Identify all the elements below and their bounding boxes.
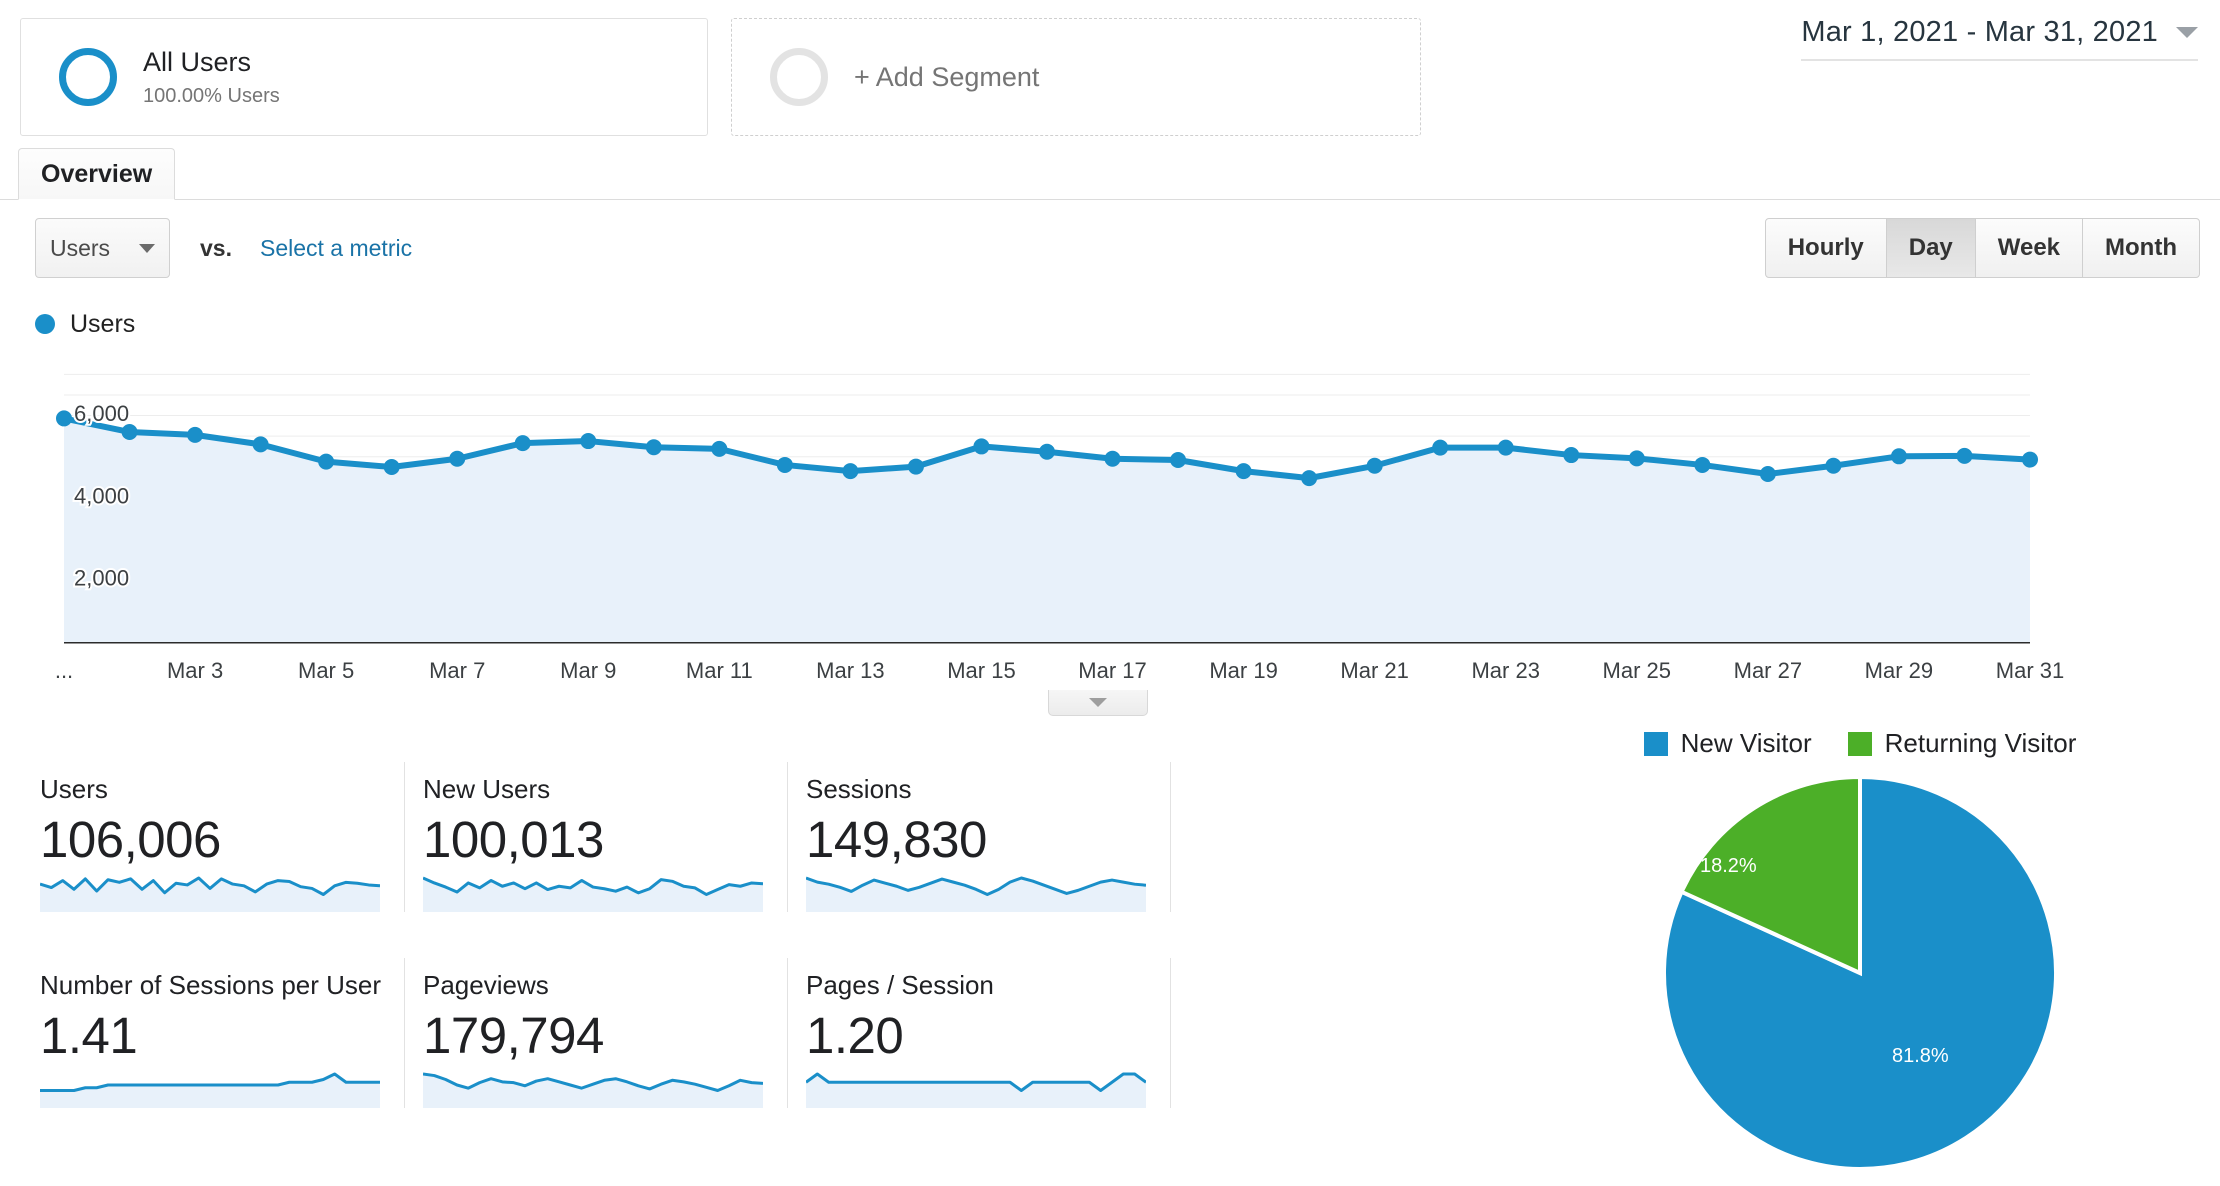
metric-card-label: Sessions bbox=[806, 774, 912, 804]
metric-card-sparkline bbox=[40, 1072, 380, 1109]
metric-card-label: Pageviews bbox=[423, 970, 549, 1001]
tab-overview-label: Overview bbox=[41, 159, 153, 188]
x-axis-tick-label: Mar 15 bbox=[947, 658, 1016, 683]
segment-all-users[interactable]: All Users 100.00% Users bbox=[20, 18, 708, 136]
granularity-month[interactable]: Month bbox=[2083, 219, 2199, 277]
x-axis-tick-label: Mar 5 bbox=[298, 658, 355, 683]
x-axis-tick-label: Mar 3 bbox=[166, 658, 224, 683]
metric-selector-row: Users vs. Select a metric Hourly Day Wee… bbox=[0, 200, 2220, 296]
chart-collapse-handle[interactable] bbox=[1048, 690, 1148, 716]
tab-strip: Overview bbox=[0, 148, 2220, 200]
metric-card-sessions[interactable]: Sessions 149,830 bbox=[788, 762, 1171, 913]
analytics-audience-overview: All Users 100.00% Users + Add Segment Ma… bbox=[0, 0, 2220, 1186]
pie-legend-item-returning-visitor[interactable]: Returning Visitor bbox=[1847, 728, 2077, 759]
granularity-toggle-group: Hourly Day Week Month bbox=[1764, 218, 2200, 278]
svg-text:6,000: 6,000 bbox=[74, 401, 129, 426]
x-axis-tick-label: Mar 29 bbox=[1864, 658, 1934, 683]
date-range-label: Mar 1, 2021 - Mar 31, 2021 bbox=[1801, 16, 2158, 48]
legend-label-users: Users bbox=[70, 309, 136, 338]
metric-card-users[interactable]: Users 106,006 bbox=[22, 762, 405, 913]
segment-ring-icon bbox=[59, 48, 117, 106]
chart-legend: Users bbox=[0, 296, 2220, 344]
select-a-metric-link[interactable]: Select a metric bbox=[260, 235, 412, 262]
metric-card-sessions-per-user[interactable]: Number of Sessions per User 1.41 bbox=[22, 958, 405, 1109]
metric-card-sparkline bbox=[40, 876, 380, 913]
visitor-type-pie-svg bbox=[1662, 774, 2058, 1171]
visitor-type-pie-section: New Visitor Returning Visitor 81.8% 18.2… bbox=[1540, 728, 2180, 1186]
metric-card-sparkline bbox=[423, 1072, 763, 1109]
x-axis-tick-label: Mar 19 bbox=[1209, 658, 1278, 683]
x-axis-tick-label: Mar 11 bbox=[685, 658, 753, 683]
date-range-picker[interactable]: Mar 1, 2021 - Mar 31, 2021 bbox=[1801, 16, 2198, 61]
add-segment-label: + Add Segment bbox=[854, 61, 1040, 92]
pie-legend-item-new-visitor[interactable]: New Visitor bbox=[1643, 728, 1812, 759]
x-axis-tick-label: Mar 13 bbox=[816, 658, 885, 683]
chevron-down-icon bbox=[2176, 27, 2198, 38]
pie-legend-label: Returning Visitor bbox=[1884, 728, 2077, 758]
metric-card-label: New Users bbox=[423, 774, 551, 804]
metric-card-value: 100,013 bbox=[423, 811, 604, 868]
visitor-type-pie-chart[interactable]: 81.8% 18.2% bbox=[1540, 773, 2180, 1186]
pie-swatch-new-visitor-icon bbox=[1643, 731, 1668, 756]
metric-cards: Users 106,006 New Users 100,013 Sessions… bbox=[22, 762, 1202, 1109]
pie-legend: New Visitor Returning Visitor bbox=[1540, 728, 2180, 759]
pie-swatch-returning-visitor-icon bbox=[1847, 731, 1872, 756]
segment-subtitle: 100.00% Users bbox=[143, 84, 280, 107]
x-axis-tick-label: Mar 31 bbox=[1995, 658, 2065, 683]
add-segment-ring-icon bbox=[770, 48, 828, 106]
x-axis-tick-label: Mar 7 bbox=[429, 658, 486, 683]
x-axis-tick-label: Mar 27 bbox=[1733, 658, 1803, 683]
x-axis-tick-label: ... bbox=[54, 658, 74, 683]
svg-text:2,000: 2,000 bbox=[74, 566, 129, 591]
metric-card-value: 179,794 bbox=[423, 1007, 604, 1065]
vs-label: vs. bbox=[200, 234, 232, 261]
users-line-chart-svg: 2,000 4,000 6,000 bbox=[56, 373, 2038, 644]
granularity-day[interactable]: Day bbox=[1886, 219, 1976, 277]
metric-card-label: Number of Sessions per User bbox=[40, 970, 382, 1001]
chevron-down-icon bbox=[1089, 698, 1107, 707]
tab-overview[interactable]: Overview bbox=[18, 148, 176, 200]
x-axis-tick-label: Mar 21 bbox=[1340, 658, 1409, 683]
add-segment-button[interactable]: + Add Segment bbox=[731, 18, 1421, 136]
primary-metric-dropdown[interactable]: Users bbox=[35, 218, 170, 278]
chevron-down-icon bbox=[139, 243, 155, 253]
primary-metric-label: Users bbox=[50, 234, 111, 261]
granularity-week[interactable]: Week bbox=[1976, 219, 2084, 277]
metric-card-pageviews[interactable]: Pageviews 179,794 bbox=[405, 958, 788, 1109]
metric-card-sparkline bbox=[806, 876, 1146, 913]
x-axis-tick-label: Mar 23 bbox=[1471, 658, 1540, 683]
legend-dot-users-icon bbox=[35, 314, 55, 334]
users-line-chart[interactable]: 2,000 4,000 6,000 bbox=[28, 354, 2192, 654]
x-axis-tick-label: Mar 25 bbox=[1602, 658, 1672, 683]
metric-card-label: Pages / Session bbox=[806, 970, 994, 1001]
metric-card-value: 149,830 bbox=[806, 811, 987, 868]
metric-card-row-2: Number of Sessions per User 1.41 Pagevie… bbox=[22, 958, 1202, 1109]
pie-legend-label: New Visitor bbox=[1680, 728, 1812, 758]
svg-text:4,000: 4,000 bbox=[74, 483, 129, 508]
metric-card-pages-per-session[interactable]: Pages / Session 1.20 bbox=[788, 958, 1171, 1109]
x-axis-tick-label: Mar 17 bbox=[1078, 658, 1147, 683]
metric-card-value: 1.20 bbox=[806, 1007, 904, 1065]
granularity-hourly[interactable]: Hourly bbox=[1766, 219, 1887, 277]
metric-card-value: 106,006 bbox=[40, 811, 221, 868]
segment-text: All Users 100.00% Users bbox=[143, 46, 280, 108]
metric-card-row-1: Users 106,006 New Users 100,013 Sessions… bbox=[22, 762, 1202, 913]
x-axis-tick-label: Mar 9 bbox=[560, 658, 617, 683]
metric-card-label: Users bbox=[40, 774, 108, 804]
metric-card-sparkline bbox=[423, 876, 763, 913]
metric-card-value: 1.41 bbox=[40, 1007, 138, 1065]
metric-card-new-users[interactable]: New Users 100,013 bbox=[405, 762, 788, 913]
segment-title: All Users bbox=[143, 47, 252, 78]
metric-card-sparkline bbox=[806, 1072, 1146, 1109]
